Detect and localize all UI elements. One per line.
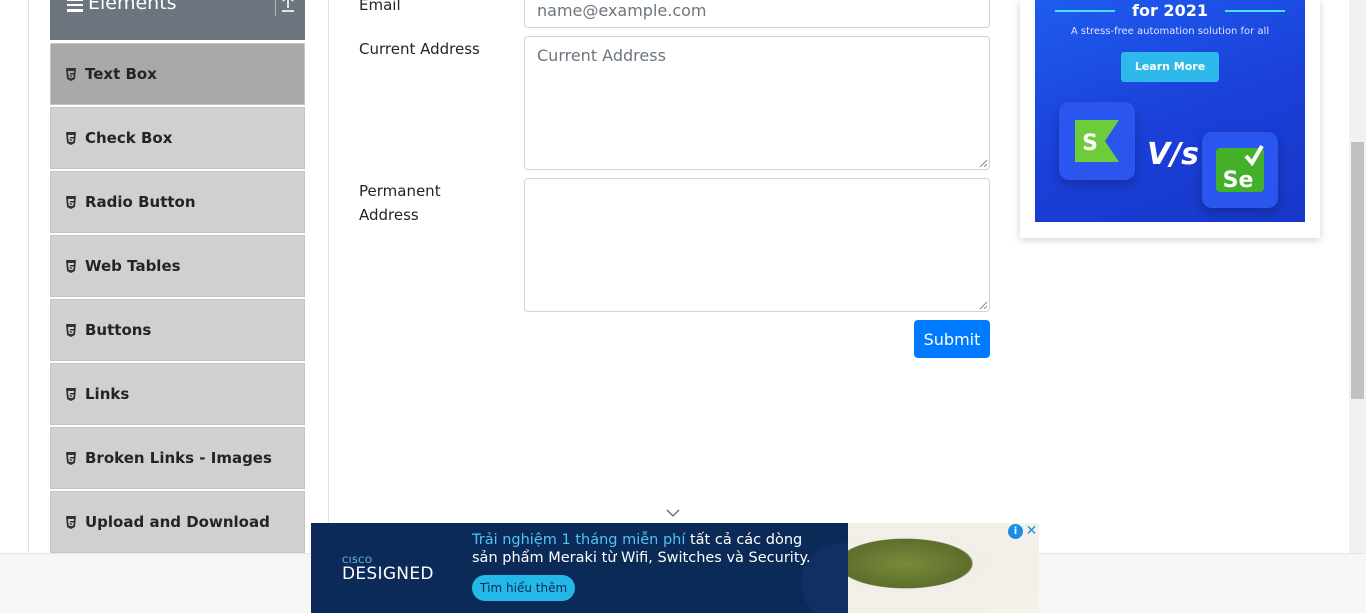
html5-icon bbox=[66, 131, 76, 145]
sidebar-item-radio-button[interactable]: Radio Button bbox=[50, 171, 305, 233]
resize-grip-icon[interactable] bbox=[979, 301, 987, 309]
cisco-designed-logo: DESIGNED bbox=[342, 564, 434, 584]
bottom-ad-line2: sản phẩm Meraki từ Wifi, Switches và Sec… bbox=[472, 550, 811, 566]
sidebar-item-broken-links-images[interactable]: Broken Links - Images bbox=[50, 427, 305, 489]
sidebar-item-label: Text Box bbox=[85, 65, 157, 83]
side-ad-subtext: A stress-free automation solution for al… bbox=[1070, 26, 1270, 37]
sidebar-item-web-tables[interactable]: Web Tables bbox=[50, 235, 305, 297]
chevron-down-icon[interactable] bbox=[665, 508, 681, 518]
html5-icon bbox=[66, 451, 76, 465]
svg-text:S: S bbox=[1082, 131, 1098, 156]
bottom-ad-highlight: Trải nghiệm 1 tháng miễn phí bbox=[472, 532, 686, 548]
html5-icon bbox=[66, 515, 76, 529]
html5-icon bbox=[66, 259, 76, 273]
current-address-textarea[interactable]: Current Address bbox=[524, 36, 990, 170]
permanent-address-label-line2: Address bbox=[359, 206, 419, 224]
side-ad-card: for 2021 A stress-free automation soluti… bbox=[1020, 0, 1320, 238]
side-ad-learn-more-button[interactable]: Learn More bbox=[1121, 52, 1219, 82]
current-address-placeholder: Current Address bbox=[537, 46, 666, 65]
sidebar-item-label: Buttons bbox=[85, 321, 152, 339]
sidebar-item-label: Check Box bbox=[85, 129, 173, 147]
permanent-address-label-line1: Permanent bbox=[359, 182, 441, 200]
katalon-logo-icon: S bbox=[1075, 120, 1119, 162]
sidebar-item-label: Web Tables bbox=[85, 257, 181, 275]
sidebar-item-upload-and-download[interactable]: Upload and Download bbox=[50, 491, 305, 553]
group-title: Elements bbox=[88, 0, 177, 14]
hamburger-icon bbox=[67, 0, 83, 15]
collapse-up-icon[interactable] bbox=[275, 0, 301, 16]
page: Elements Text Box Check Box Radio Button bbox=[0, 0, 1366, 613]
current-address-label: Current Address bbox=[359, 40, 480, 58]
sidebar-item-label: Upload and Download bbox=[85, 513, 270, 531]
left-rule bbox=[28, 0, 29, 553]
html5-icon bbox=[66, 195, 76, 209]
bottom-ad-line1: Trải nghiệm 1 tháng miễn phí tất cả các … bbox=[472, 532, 802, 548]
bottom-ad-cta-button[interactable]: Tìm hiểu thêm bbox=[472, 575, 575, 601]
sidebar-item-label: Links bbox=[85, 385, 130, 403]
sidebar-item-label: Radio Button bbox=[85, 193, 196, 211]
sidebar-item-links[interactable]: Links bbox=[50, 363, 305, 425]
adchoices-icon[interactable]: i bbox=[1008, 524, 1023, 539]
sidebar-menu: Text Box Check Box Radio Button Web Tabl… bbox=[50, 43, 305, 553]
sidebar: Elements Text Box Check Box Radio Button bbox=[50, 0, 305, 553]
scrollbar-thumb[interactable] bbox=[1351, 142, 1364, 399]
email-placeholder: name@example.com bbox=[537, 1, 707, 20]
sidebar-item-check-box[interactable]: Check Box bbox=[50, 107, 305, 169]
side-ad-banner[interactable]: for 2021 A stress-free automation soluti… bbox=[1035, 0, 1305, 222]
side-ad-headline: for 2021 bbox=[1132, 1, 1208, 20]
email-label: Email bbox=[359, 0, 401, 14]
bottom-ad-line1-rest: tất cả các dòng bbox=[685, 532, 803, 548]
elements-group-header[interactable]: Elements bbox=[50, 0, 305, 41]
versus-label: V/s bbox=[1147, 137, 1200, 172]
vertical-scrollbar[interactable] bbox=[1349, 0, 1366, 553]
submit-button[interactable]: Submit bbox=[914, 320, 990, 358]
sidebar-item-buttons[interactable]: Buttons bbox=[50, 299, 305, 361]
html5-icon bbox=[66, 323, 76, 337]
permanent-address-textarea[interactable] bbox=[524, 178, 990, 312]
bottom-ad-banner[interactable]: CISCO DESIGNED Trải nghiệm 1 tháng miễn … bbox=[311, 523, 1039, 613]
selenium-logo: Se bbox=[1202, 132, 1278, 208]
html5-icon bbox=[66, 387, 76, 401]
svg-text:Se: Se bbox=[1223, 168, 1254, 193]
katalon-logo: S bbox=[1059, 102, 1135, 180]
sidebar-item-label: Broken Links - Images bbox=[85, 449, 272, 467]
sidebar-item-text-box[interactable]: Text Box bbox=[50, 43, 305, 105]
resize-grip-icon[interactable] bbox=[979, 159, 987, 167]
close-icon[interactable]: ✕ bbox=[1024, 523, 1039, 539]
content-divider bbox=[328, 0, 329, 553]
email-field[interactable]: name@example.com bbox=[524, 0, 990, 28]
selenium-logo-icon: Se bbox=[1216, 144, 1264, 193]
html5-icon bbox=[66, 67, 76, 81]
